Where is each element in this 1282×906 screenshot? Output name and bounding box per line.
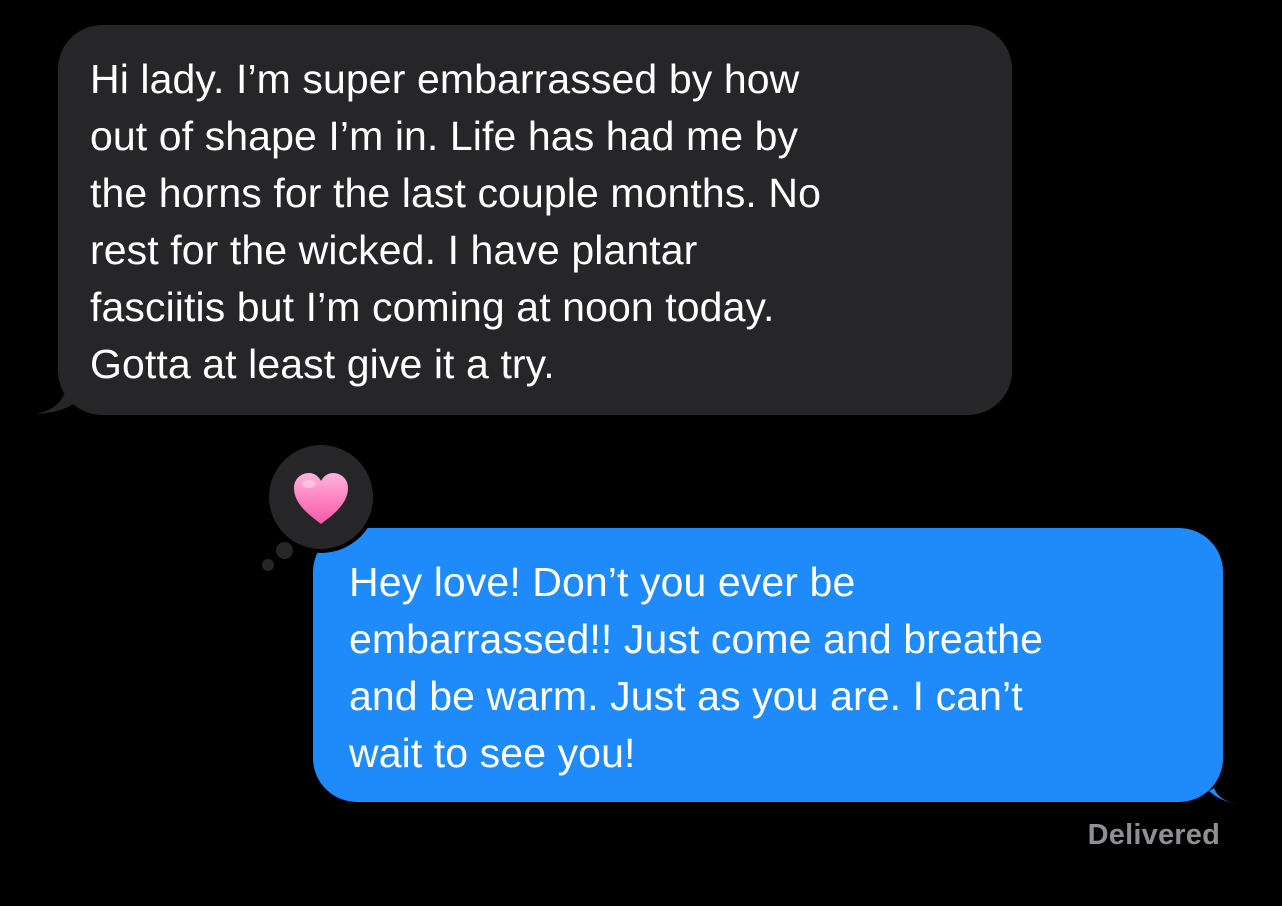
incoming-message-line: rest for the wicked. I have plantar — [90, 227, 698, 273]
outgoing-message-line: embarrassed!! Just come and breathe — [349, 616, 1044, 662]
incoming-message-line: out of shape I’m in. Life has had me by — [90, 113, 799, 159]
tapback-tail-dot-small — [262, 559, 274, 571]
tapback-tail-dot — [276, 542, 293, 559]
incoming-message-line: Gotta at least give it a try. — [90, 341, 555, 387]
delivery-status: Delivered — [1087, 819, 1220, 851]
outgoing-message-line: and be warm. Just as you are. I can’t — [349, 673, 1023, 719]
incoming-message-bubble[interactable]: Hi lady. I’m super embarrassed by how ou… — [58, 25, 1012, 415]
incoming-message-line: the horns for the last couple months. No — [90, 170, 822, 216]
outgoing-message-line: Hey love! Don’t you ever be — [349, 559, 856, 605]
incoming-message-line: fasciitis but I’m coming at noon today. — [90, 284, 775, 330]
outgoing-message-bubble[interactable]: Hey love! Don’t you ever be embarrassed!… — [313, 528, 1223, 802]
incoming-message-line: Hi lady. I’m super embarrassed by how — [90, 56, 800, 102]
heart-icon — [294, 473, 348, 524]
outgoing-message-line: wait to see you! — [349, 730, 636, 776]
